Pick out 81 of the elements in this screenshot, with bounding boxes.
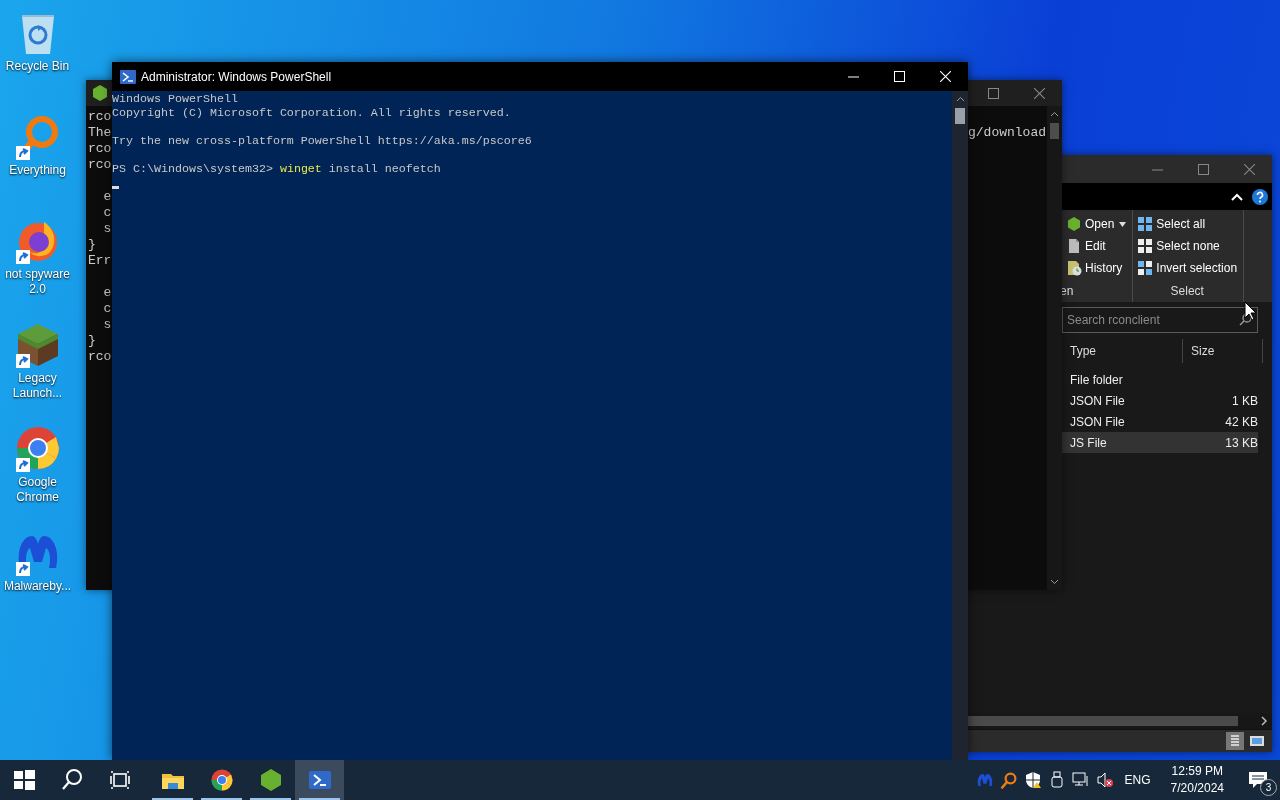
console-line: rco xyxy=(88,109,112,125)
taskbar-app[interactable] xyxy=(295,760,344,800)
group-label: Select xyxy=(1169,284,1205,300)
grid-icon xyxy=(1137,238,1154,254)
console-line: Windows PowerShell xyxy=(112,92,238,106)
hexagon-icon xyxy=(258,768,283,792)
chrome-icon xyxy=(209,768,234,792)
maximize-icon xyxy=(1197,163,1209,175)
windows-logo-icon xyxy=(12,768,36,792)
console-line: e xyxy=(102,285,112,301)
shield-warning-icon[interactable] xyxy=(1023,771,1042,789)
scroll-thumb[interactable] xyxy=(1050,123,1059,139)
file-row[interactable]: File folder xyxy=(1062,369,1258,390)
file-row[interactable]: JS File 13 KB xyxy=(1062,432,1258,453)
table-cell-text: 1 KB xyxy=(1231,393,1258,408)
console-line: c xyxy=(102,205,112,221)
table-cell-text: JSON File xyxy=(1069,414,1126,429)
scrollbar[interactable] xyxy=(1047,106,1062,590)
magnifier-icon[interactable] xyxy=(999,771,1018,789)
ribbon-button[interactable]: Invert selection xyxy=(1137,257,1238,279)
hexagon-icon xyxy=(1066,216,1082,232)
help-icon[interactable] xyxy=(1252,188,1268,205)
hexagon-icon xyxy=(92,85,108,101)
table-cell-text: 13 KB xyxy=(1224,435,1258,450)
console-line: rco xyxy=(88,157,112,173)
console-line: The xyxy=(88,125,112,141)
file-row[interactable]: JSON File 42 KB xyxy=(1062,411,1258,432)
horizontal-scrollbar[interactable] xyxy=(968,713,1272,729)
clock-time[interactable]: 12:59 PM xyxy=(1171,763,1223,780)
scroll-down-icon xyxy=(1050,577,1059,586)
ribbon-button[interactable]: Open xyxy=(1066,213,1127,235)
console-line: rco xyxy=(88,349,112,365)
ribbon-button[interactable]: Select none xyxy=(1137,235,1238,257)
page-clock-icon xyxy=(1066,260,1082,276)
clock-date[interactable]: 7/20/2024 xyxy=(1170,780,1224,797)
language-indicator[interactable]: ENG xyxy=(1124,773,1151,787)
mouse-pointer-icon xyxy=(1244,301,1257,321)
network-icon[interactable] xyxy=(1071,771,1090,789)
column-header[interactable]: Size xyxy=(1183,339,1263,363)
file-row[interactable]: JSON File 1 KB xyxy=(1062,390,1258,411)
table-cell-text: File folder xyxy=(1069,372,1124,387)
search-icon xyxy=(1239,313,1252,326)
close-icon xyxy=(1243,163,1255,175)
console-line: } xyxy=(88,237,97,253)
scroll-up-icon xyxy=(1050,110,1059,119)
task-view-icon xyxy=(108,768,132,792)
console-line: rco xyxy=(88,141,112,157)
table-cell-text: JS File xyxy=(1069,435,1108,450)
caret-icon xyxy=(1119,221,1127,227)
ribbon-button[interactable]: History xyxy=(1066,257,1127,279)
console-line: c xyxy=(102,301,112,317)
maximize-icon xyxy=(987,87,999,99)
console-line: Try the new cross-platform PowerShell https://aka.ms/pscore6 xyxy=(112,134,532,148)
console-line: s xyxy=(102,317,112,333)
maximize-icon xyxy=(893,71,905,82)
window-title: Administrator: Windows PowerShell xyxy=(141,69,332,84)
ribbon-button[interactable]: Edit xyxy=(1066,235,1127,257)
console-line: g/download xyxy=(968,124,1047,142)
table-cell-text: 42 KB xyxy=(1224,414,1258,429)
console-line: Err xyxy=(88,253,112,269)
scroll-thumb[interactable] xyxy=(955,108,965,124)
search-field[interactable]: Search rconclient xyxy=(1062,307,1258,333)
scroll-up-icon xyxy=(955,95,965,104)
speaker-muted-icon[interactable] xyxy=(1095,771,1114,789)
terminal-icon xyxy=(307,768,332,792)
notification-count: 3 xyxy=(1260,779,1277,796)
table-cell-text: JSON File xyxy=(1069,393,1126,408)
console-line: Copyright (C) Microsoft Corporation. All rights reserved. xyxy=(112,106,511,120)
search-icon xyxy=(60,768,84,792)
scrollbar[interactable] xyxy=(952,91,968,760)
page-icon xyxy=(1066,238,1082,254)
close-icon xyxy=(1033,87,1045,99)
grid-icon xyxy=(1137,216,1154,232)
console-line: } xyxy=(88,333,97,349)
terminal-icon xyxy=(120,69,136,84)
console-line: s xyxy=(102,221,112,237)
console-line: e xyxy=(102,189,112,205)
ribbon-button[interactable]: Select all xyxy=(1137,213,1238,235)
close-icon xyxy=(939,71,951,82)
grid-icon xyxy=(1137,260,1154,276)
command-line: PS C:\Windows\system32> winget install neofetch xyxy=(112,162,441,176)
